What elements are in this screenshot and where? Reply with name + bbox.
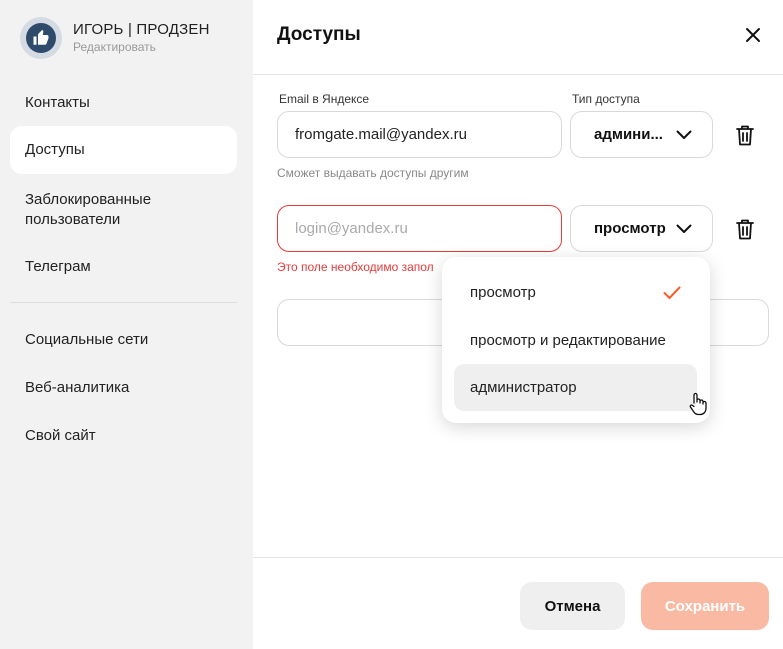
page-title: Доступы xyxy=(277,24,361,45)
sidebar-item-access[interactable]: Доступы xyxy=(10,126,237,174)
email-label: Email в Яндексе xyxy=(279,92,370,106)
sidebar-item-label: Телеграм xyxy=(25,258,91,275)
check-icon xyxy=(663,286,681,299)
thumbs-up-icon xyxy=(26,23,56,53)
access-type-select[interactable]: админи... xyxy=(570,111,713,158)
access-type-value: админи... xyxy=(594,126,663,143)
sidebar-item-label: Социальные сети xyxy=(25,331,149,348)
access-type-dropdown: просмотр просмотр и редактирование админ… xyxy=(442,257,710,423)
option-label: просмотр и редактирование xyxy=(470,332,666,349)
footer-divider xyxy=(253,557,783,558)
sidebar-item-label: Контакты xyxy=(25,94,90,111)
email-field-new[interactable]: login@yandex.ru xyxy=(277,205,562,252)
close-icon xyxy=(746,28,760,42)
sidebar-item-label: Заблокированные пользователи xyxy=(25,191,152,228)
cancel-button[interactable]: Отмена xyxy=(520,582,625,630)
option-view[interactable]: просмотр xyxy=(454,269,697,316)
save-button[interactable]: Сохранить xyxy=(641,582,769,630)
sidebar-item-contacts[interactable]: Контакты xyxy=(10,87,237,119)
option-label: просмотр xyxy=(470,284,536,301)
sidebar-item-label: Свой сайт xyxy=(25,427,96,444)
access-type-select-new[interactable]: просмотр xyxy=(570,205,713,252)
sidebar-item-social[interactable]: Социальные сети xyxy=(10,324,237,356)
header-divider xyxy=(253,74,783,75)
option-label: администратор xyxy=(470,379,577,396)
trash-icon xyxy=(736,219,754,239)
field-error: Это поле необходимо запол xyxy=(277,260,434,274)
sidebar-divider xyxy=(10,302,237,303)
option-admin[interactable]: администратор xyxy=(454,364,697,411)
email-value: fromgate.mail@yandex.ru xyxy=(295,126,467,143)
sidebar-item-own-site[interactable]: Свой сайт xyxy=(10,420,237,452)
chevron-down-icon xyxy=(676,130,692,139)
access-type-label: Тип доступа xyxy=(572,92,640,106)
option-view-edit[interactable]: просмотр и редактирование xyxy=(454,317,697,364)
profile-edit-link[interactable]: Редактировать xyxy=(73,40,210,55)
sidebar-item-blocked-users[interactable]: Заблокированные пользователи xyxy=(10,185,210,235)
avatar xyxy=(20,17,62,59)
delete-button-new[interactable] xyxy=(734,217,756,241)
chevron-down-icon xyxy=(676,224,692,233)
profile-header[interactable]: ИГОРЬ | ПРОДЗЕН Редактировать xyxy=(20,17,210,59)
sidebar-item-label: Веб-аналитика xyxy=(25,379,130,396)
sidebar-item-telegram[interactable]: Телеграм xyxy=(10,251,237,283)
hand-cursor-icon xyxy=(688,392,708,421)
profile-name: ИГОРЬ | ПРОДЗЕН xyxy=(73,21,210,38)
trash-icon xyxy=(736,125,754,145)
close-button[interactable] xyxy=(742,24,764,46)
sidebar: ИГОРЬ | ПРОДЗЕН Редактировать Контакты Д… xyxy=(0,0,253,649)
email-placeholder: login@yandex.ru xyxy=(295,220,408,237)
access-type-value: просмотр xyxy=(594,220,666,237)
access-panel: Доступы Email в Яндексе Тип доступа from… xyxy=(253,0,783,649)
delete-button[interactable] xyxy=(734,123,756,147)
sidebar-item-web-analytics[interactable]: Веб-аналитика xyxy=(10,372,237,404)
sidebar-item-label: Доступы xyxy=(25,141,85,158)
access-hint: Сможет выдавать доступы другим xyxy=(277,166,469,180)
email-field[interactable]: fromgate.mail@yandex.ru xyxy=(277,111,562,158)
